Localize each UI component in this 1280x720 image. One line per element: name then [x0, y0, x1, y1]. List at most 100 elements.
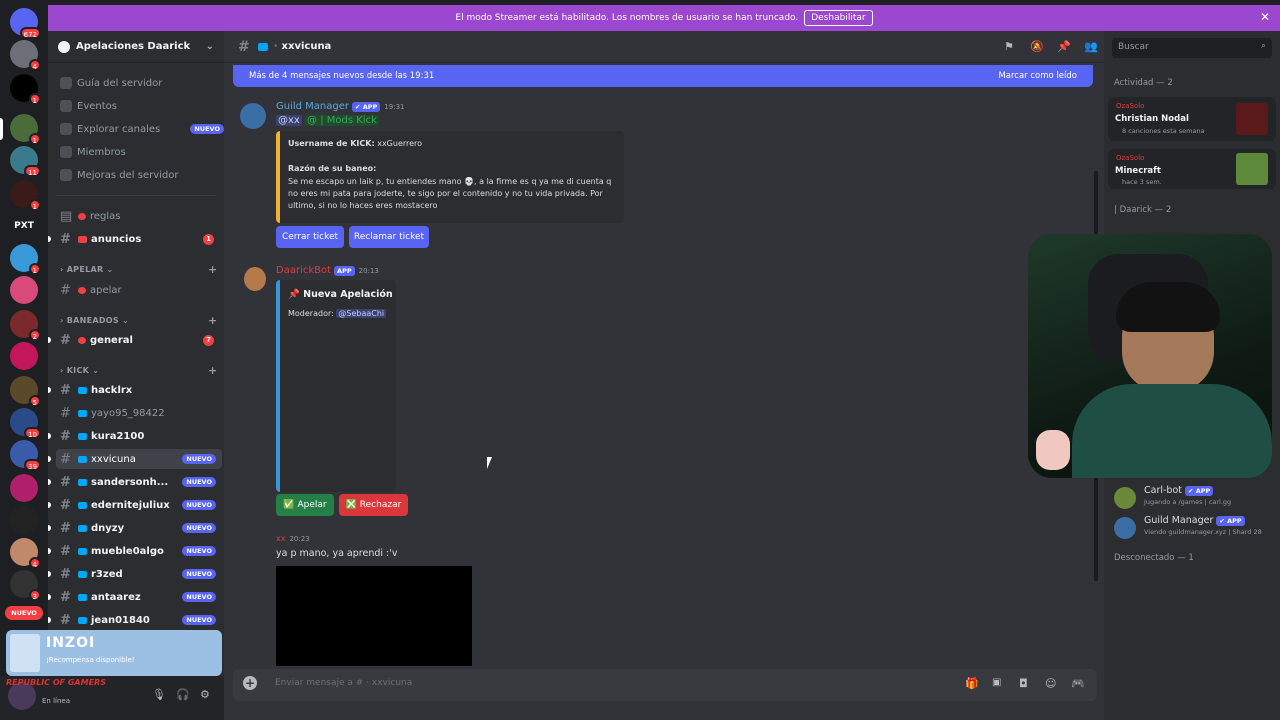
channel-10[interactable]: # antaarez NUEVO: [56, 587, 222, 607]
nav-server-guide[interactable]: Guía del servidor: [60, 77, 162, 89]
server-icon[interactable]: [10, 342, 38, 370]
channel-6[interactable]: # edernitejuliux NUEVO: [56, 495, 222, 515]
server-icon[interactable]: [10, 474, 38, 502]
channel-3[interactable]: # kura2100: [56, 426, 222, 446]
channel-11[interactable]: # jean01840 NUEVO: [56, 610, 222, 630]
direct-messages-icon[interactable]: 672: [10, 8, 41, 39]
author-name[interactable]: xx: [276, 534, 285, 543]
server-icon[interactable]: [10, 276, 38, 304]
pin-icon[interactable]: 📌: [1057, 40, 1071, 53]
channel-1[interactable]: # hacklrx: [56, 380, 222, 400]
close-icon[interactable]: ✕: [1260, 10, 1270, 24]
pxt-server-icon[interactable]: PXT: [10, 212, 38, 240]
channel-4[interactable]: # xxvicuna NUEVO: [56, 449, 222, 469]
activity-card[interactable]: OzaSolo Minecraft hace 3 sem.: [1108, 149, 1276, 189]
server-icon[interactable]: 4: [10, 538, 41, 569]
category-kick[interactable]: › KICK ⌄ +: [60, 364, 217, 377]
new-tag: NUEVO: [190, 124, 224, 134]
new-servers-badge[interactable]: NUEVO: [5, 606, 43, 620]
add-channel-icon[interactable]: +: [208, 314, 218, 327]
channel-anuncios[interactable]: # anuncios 1: [56, 229, 222, 249]
server-icon[interactable]: 1: [10, 114, 41, 145]
headphones-icon[interactable]: 🎧: [176, 688, 190, 701]
new-messages-bar[interactable]: Más de 4 mensajes nuevos desde las 19:31…: [233, 65, 1093, 87]
threads-icon[interactable]: ⚑: [1004, 40, 1014, 53]
add-attachment-icon[interactable]: +: [243, 676, 257, 690]
appeal-button[interactable]: ✅ Apelar: [276, 494, 334, 516]
server-icon[interactable]: 3: [10, 570, 41, 601]
browse-icon: [60, 123, 72, 135]
gear-icon[interactable]: ⚙: [200, 688, 210, 701]
nav-members[interactable]: Miembros: [60, 146, 126, 158]
mute-icon[interactable]: 🔕: [1030, 40, 1044, 53]
category-baneados[interactable]: › BANEADOS ⌄ +: [60, 314, 217, 327]
mark-read-button[interactable]: Marcar como leído: [998, 71, 1077, 81]
author-name[interactable]: Guild Manager: [276, 101, 349, 112]
app-badge: ✔ APP: [352, 101, 381, 112]
member-name: Guild Manager: [1144, 515, 1214, 526]
daarickbot-avatar[interactable]: [244, 267, 266, 291]
microphone-icon[interactable]: 🎙: [152, 688, 166, 701]
nav-browse-channels[interactable]: Explorar canales NUEVO: [60, 123, 224, 135]
author-name[interactable]: DaarickBot: [276, 265, 331, 276]
add-channel-icon[interactable]: +: [208, 364, 218, 377]
channel-sidebar: Apelaciones Daarick ⌄ Guía del servidor …: [6, 31, 224, 720]
user-mention[interactable]: @xx: [276, 115, 302, 126]
channel-reglas[interactable]: ▤ reglas: [56, 206, 222, 226]
server-icon[interactable]: 4: [10, 40, 41, 71]
server-icon[interactable]: 10: [10, 408, 41, 439]
guild-manager-avatar[interactable]: [240, 103, 266, 129]
nav-events[interactable]: Eventos: [60, 100, 117, 112]
add-channel-icon[interactable]: +: [208, 263, 218, 276]
server-header[interactable]: Apelaciones Daarick ⌄: [48, 31, 224, 63]
disable-streamer-button[interactable]: Deshabilitar: [804, 10, 873, 26]
role-mention[interactable]: @ | Mods Kick: [305, 115, 379, 126]
channel-2[interactable]: # yayo95_98422: [56, 403, 222, 423]
channel-9[interactable]: # r3zed NUEVO: [56, 564, 222, 584]
channel-apelar[interactable]: # apelar: [56, 280, 222, 300]
apps-icon[interactable]: 🎮: [1071, 677, 1085, 690]
minecraft-icon: [1236, 153, 1268, 185]
channel-5[interactable]: # sandersonh... NUEVO: [56, 472, 222, 492]
channel-general[interactable]: # general 7: [56, 330, 222, 350]
mention-count: 1: [203, 233, 214, 245]
close-ticket-button[interactable]: Cerrar ticket: [276, 226, 344, 248]
tiktok-server-icon[interactable]: 1: [10, 74, 41, 105]
gif-icon[interactable]: ▣: [992, 677, 1001, 688]
unread-dot: [48, 525, 51, 531]
message-composer[interactable]: + Enviar mensaje a # · xxvicuna 🎁 ▣ ◘ ☺ …: [233, 669, 1097, 701]
unread-dot: [48, 548, 51, 554]
category-apelar[interactable]: › APELAR ⌄ +: [60, 263, 217, 276]
claim-ticket-button[interactable]: Reclamar ticket: [349, 226, 429, 248]
channel-8[interactable]: # mueble0algo NUEVO: [56, 541, 222, 561]
server-icon[interactable]: 5: [10, 376, 41, 407]
attachment-image[interactable]: [276, 566, 472, 666]
channel-7[interactable]: # dnyzy NUEVO: [56, 518, 222, 538]
member-row[interactable]: Carl-bot ✔ APP Jugando a /games | carl.g…: [1112, 483, 1280, 509]
nav-boosts[interactable]: Mejoras del servidor: [60, 169, 179, 181]
search-input[interactable]: Buscar ⌕: [1112, 38, 1272, 58]
kick-emoji-icon: [78, 547, 87, 555]
channel-name: apelar: [90, 284, 122, 296]
gift-icon[interactable]: 🎁: [965, 677, 979, 690]
reject-button[interactable]: ❎ Rechazar: [339, 494, 408, 516]
server-badge: 11: [24, 165, 41, 177]
members-list-icon[interactable]: 👥: [1084, 40, 1098, 53]
composer-placeholder[interactable]: Enviar mensaje a # · xxvicuna: [275, 678, 412, 688]
server-icon[interactable]: 11: [10, 146, 41, 177]
dm-badge: 672: [19, 27, 41, 39]
server-icon[interactable]: [10, 506, 38, 534]
emoji-icon[interactable]: ☺: [1045, 677, 1056, 690]
server-icon[interactable]: 2: [10, 310, 41, 341]
server-icon[interactable]: 39: [10, 440, 41, 471]
inzoi-promo-card[interactable]: INZOI ¡Recompensa disponible!: [6, 630, 222, 676]
moderator-mention[interactable]: @SebaaChi: [336, 309, 387, 318]
server-badge: 1: [28, 199, 41, 211]
activity-card[interactable]: OzaSolo Christian Nodal 8 canciones esta…: [1108, 97, 1276, 141]
sticker-icon[interactable]: ◘: [1019, 677, 1028, 690]
server-icon[interactable]: 1: [10, 244, 41, 275]
server-icon[interactable]: 1: [10, 180, 41, 211]
avatar: [1114, 487, 1136, 509]
member-row[interactable]: Guild Manager ✔ APP Viendo guildmanager.…: [1112, 513, 1280, 539]
kick-emoji-icon: [78, 455, 87, 463]
